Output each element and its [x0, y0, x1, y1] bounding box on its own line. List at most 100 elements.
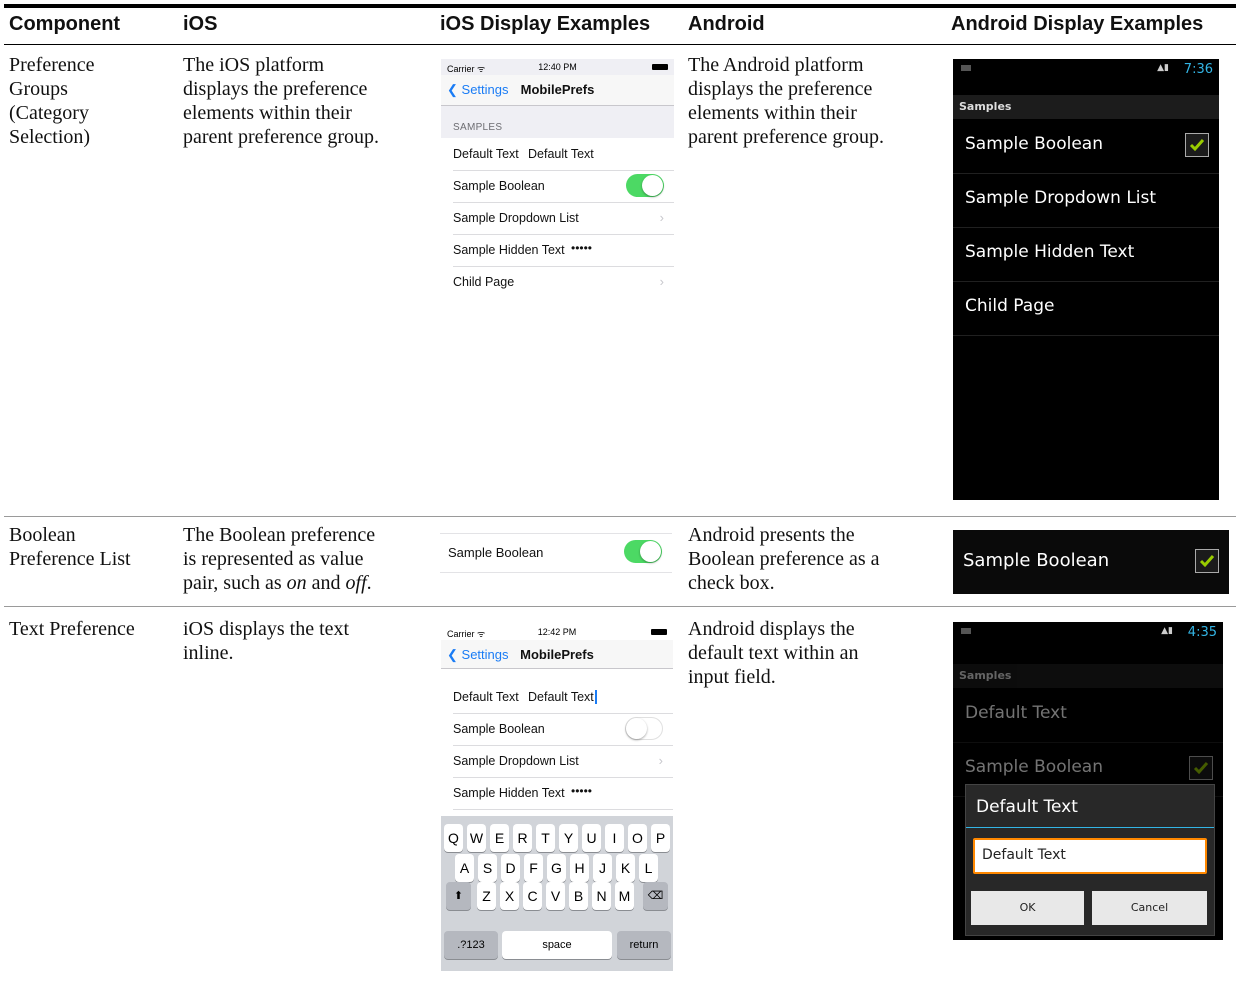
dialog-input[interactable]: Default Text [973, 838, 1207, 874]
row2-component: Boolean Preference List [9, 523, 131, 571]
key-e[interactable]: E [490, 824, 509, 852]
key-label: R [517, 830, 528, 846]
text-fragment: . [366, 572, 372, 594]
item-label: Default Text [453, 690, 519, 704]
list-item[interactable]: Sample Boolean [453, 170, 674, 203]
status-time: 7:36 [1183, 62, 1213, 77]
list-item[interactable]: Sample Hidden Text ••••• [453, 234, 674, 267]
text-emphasis: off [345, 572, 367, 594]
android-boolean-example: Sample Boolean [953, 530, 1229, 594]
item-label: Sample Dropdown List [453, 754, 579, 768]
key-s[interactable]: S [478, 854, 497, 882]
toggle-switch[interactable] [626, 174, 664, 197]
text-cursor [594, 690, 597, 704]
toggle-knob [642, 175, 663, 196]
list-item[interactable]: Sample Dropdown List › [453, 202, 674, 235]
category-label: Samples [959, 100, 1012, 113]
list-item[interactable]: Default Text Default Text [453, 138, 674, 171]
key-x[interactable]: X [500, 882, 519, 910]
button-label: OK [1019, 901, 1036, 914]
text-line: The Android platform [688, 54, 864, 76]
key-n[interactable]: N [592, 882, 611, 910]
checkbox[interactable] [1189, 756, 1213, 780]
row2-android-desc: Android presents the Boolean preference … [688, 523, 880, 595]
signal-icon: ▲▮ [1161, 626, 1173, 636]
row1-component: Preference Groups (Category Selection) [9, 53, 95, 149]
category-header: Samples [953, 664, 1223, 688]
item-label: Child Page [965, 296, 1055, 316]
numbers-key[interactable]: .?123 [444, 931, 498, 959]
nav-bar: ❮ Settings MobilePrefs [441, 640, 673, 669]
button-label: Cancel [1130, 901, 1169, 914]
key-a[interactable]: A [455, 854, 474, 882]
list-item[interactable]: Default Text [953, 688, 1223, 743]
ok-button[interactable]: OK [971, 891, 1084, 925]
key-b[interactable]: B [569, 882, 588, 910]
row-divider [4, 516, 1236, 517]
notification-icon [961, 65, 971, 71]
item-value: ••••• [571, 784, 593, 798]
cancel-button[interactable]: Cancel [1092, 891, 1207, 925]
checkbox[interactable] [1185, 133, 1209, 157]
nav-bar: ❮ Settings MobilePrefs [441, 75, 674, 106]
ios-boolean-example: Sample Boolean [440, 533, 672, 573]
status-bar: ▲▮ 7:36 [953, 59, 1219, 81]
list-item[interactable]: Child Page [953, 281, 1219, 336]
header-component: Component [9, 13, 121, 35]
key-d[interactable]: D [501, 854, 520, 882]
check-icon [1199, 555, 1215, 568]
item-label: Sample Boolean [965, 134, 1103, 154]
list-item[interactable]: Sample Boolean [953, 119, 1219, 174]
list-item[interactable]: Default Text Default Text [453, 681, 673, 714]
battery-icon [651, 629, 667, 635]
key-g[interactable]: G [547, 854, 566, 882]
chevron-right-icon: › [659, 274, 664, 289]
key-m[interactable]: M [615, 882, 634, 910]
key-f[interactable]: F [524, 854, 543, 882]
toggle-switch[interactable] [624, 540, 662, 563]
key-label: K [620, 860, 631, 876]
key-l[interactable]: L [639, 854, 658, 882]
list-item[interactable]: Child Page › [453, 266, 674, 297]
list-item[interactable]: Sample Hidden Text ••••• [453, 777, 673, 810]
toggle-switch[interactable] [625, 717, 663, 740]
key-h[interactable]: H [570, 854, 589, 882]
key-q[interactable]: Q [444, 824, 463, 852]
key-v[interactable]: V [546, 882, 565, 910]
space-key[interactable]: space [502, 931, 612, 959]
key-y[interactable]: Y [559, 824, 578, 852]
list-item[interactable]: Sample Boolean [453, 713, 673, 746]
battery-icon [652, 64, 668, 70]
return-key[interactable]: return [617, 931, 671, 959]
key-r[interactable]: R [513, 824, 532, 852]
checkbox[interactable] [1195, 549, 1219, 573]
key-j[interactable]: J [593, 854, 612, 882]
key-label: W [469, 830, 484, 846]
item-label: Sample Boolean [453, 722, 545, 736]
key-z[interactable]: Z [477, 882, 496, 910]
shift-key[interactable]: ⬆ [446, 882, 471, 910]
item-label: Sample Boolean [963, 550, 1110, 571]
key-p[interactable]: P [651, 824, 670, 852]
key-c[interactable]: C [523, 882, 542, 910]
list-item[interactable]: Sample Dropdown List [953, 173, 1219, 228]
text-input[interactable]: Default Text [528, 690, 597, 704]
key-u[interactable]: U [582, 824, 601, 852]
key-w[interactable]: W [467, 824, 486, 852]
key-i[interactable]: I [605, 824, 624, 852]
header-android-examples: Android Display Examples [951, 13, 1204, 35]
item-label: Sample Boolean [965, 757, 1103, 777]
key-k[interactable]: K [616, 854, 635, 882]
list-item[interactable]: Sample Dropdown List › [453, 745, 673, 778]
signal-icon: ▲▮ [1157, 63, 1169, 73]
keyboard: QWERTYUIOP ASDFGHJKL ZXCVBNM ⬆ ⌫ .?123 s… [441, 816, 673, 971]
list-item[interactable]: Sample Hidden Text [953, 227, 1219, 282]
item-label: Child Page [453, 275, 515, 289]
key-o[interactable]: O [628, 824, 647, 852]
key-t[interactable]: T [536, 824, 555, 852]
key-label: I [612, 830, 617, 846]
key-label: Y [563, 830, 574, 846]
item-label: Default Text [965, 703, 1067, 723]
key-label: O [632, 830, 643, 846]
delete-key[interactable]: ⌫ [643, 882, 668, 910]
